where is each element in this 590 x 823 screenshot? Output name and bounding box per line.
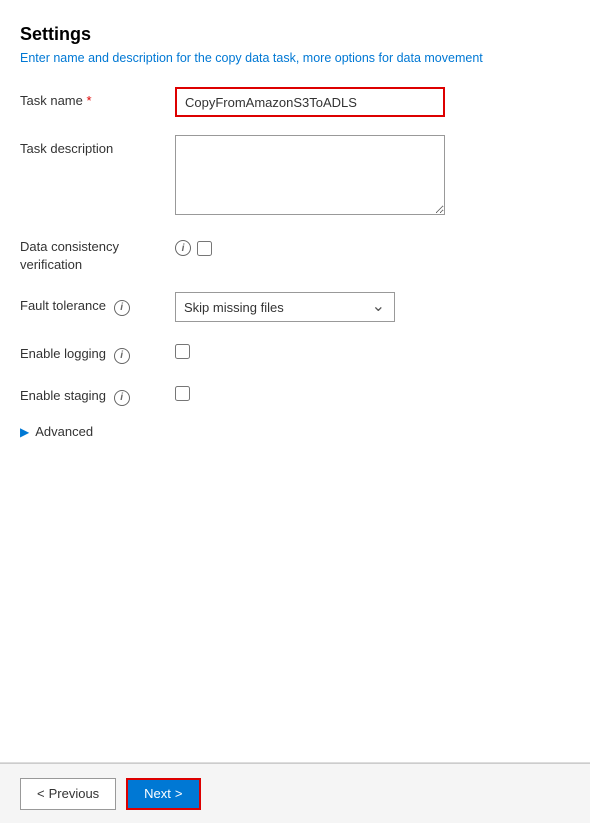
- data-consistency-checkbox[interactable]: [197, 241, 212, 256]
- fault-tolerance-select-wrapper: Skip missing files: [175, 292, 395, 322]
- enable-logging-label: Enable logging i: [20, 340, 175, 364]
- fault-tolerance-wrapper: Skip missing files: [175, 292, 570, 322]
- task-name-input-wrapper: [175, 87, 570, 117]
- enable-staging-checkbox[interactable]: [175, 386, 190, 401]
- footer: < Previous Next >: [0, 763, 590, 823]
- enable-logging-row: Enable logging i: [20, 340, 570, 364]
- enable-staging-row: Enable staging i: [20, 382, 570, 406]
- next-button[interactable]: Next >: [126, 778, 200, 810]
- fault-tolerance-row: Fault tolerance i Skip missing files: [20, 292, 570, 322]
- previous-icon: <: [37, 786, 45, 801]
- advanced-label: Advanced: [35, 424, 93, 439]
- previous-label: Previous: [49, 786, 100, 801]
- enable-staging-label: Enable staging i: [20, 382, 175, 406]
- data-consistency-wrapper: i: [175, 236, 570, 256]
- fault-tolerance-label: Fault tolerance i: [20, 292, 175, 316]
- next-icon: >: [175, 786, 183, 801]
- task-desc-row: Task description: [20, 135, 570, 218]
- enable-staging-wrapper: [175, 382, 570, 401]
- page-subtitle: Enter name and description for the copy …: [20, 51, 570, 65]
- main-content: Settings Enter name and description for …: [0, 0, 590, 763]
- data-consistency-label: Data consistency verification: [20, 236, 175, 274]
- task-name-row: Task name *: [20, 87, 570, 117]
- enable-staging-info-icon[interactable]: i: [114, 390, 130, 406]
- task-desc-input[interactable]: [175, 135, 445, 215]
- page-title: Settings: [20, 24, 570, 45]
- data-consistency-row: Data consistency verification i: [20, 236, 570, 274]
- enable-logging-wrapper: [175, 340, 570, 359]
- task-name-required: *: [87, 93, 92, 108]
- task-desc-wrapper: [175, 135, 570, 218]
- advanced-section[interactable]: ▶ Advanced: [20, 424, 570, 439]
- enable-logging-checkbox[interactable]: [175, 344, 190, 359]
- data-consistency-info-icon[interactable]: i: [175, 240, 191, 256]
- task-desc-label: Task description: [20, 135, 175, 158]
- fault-tolerance-select[interactable]: Skip missing files: [175, 292, 395, 322]
- advanced-chevron-icon: ▶: [20, 425, 29, 439]
- task-name-label: Task name *: [20, 87, 175, 110]
- fault-tolerance-info-icon[interactable]: i: [114, 300, 130, 316]
- next-label: Next: [144, 786, 171, 801]
- enable-logging-info-icon[interactable]: i: [114, 348, 130, 364]
- previous-button[interactable]: < Previous: [20, 778, 116, 810]
- task-name-input[interactable]: [175, 87, 445, 117]
